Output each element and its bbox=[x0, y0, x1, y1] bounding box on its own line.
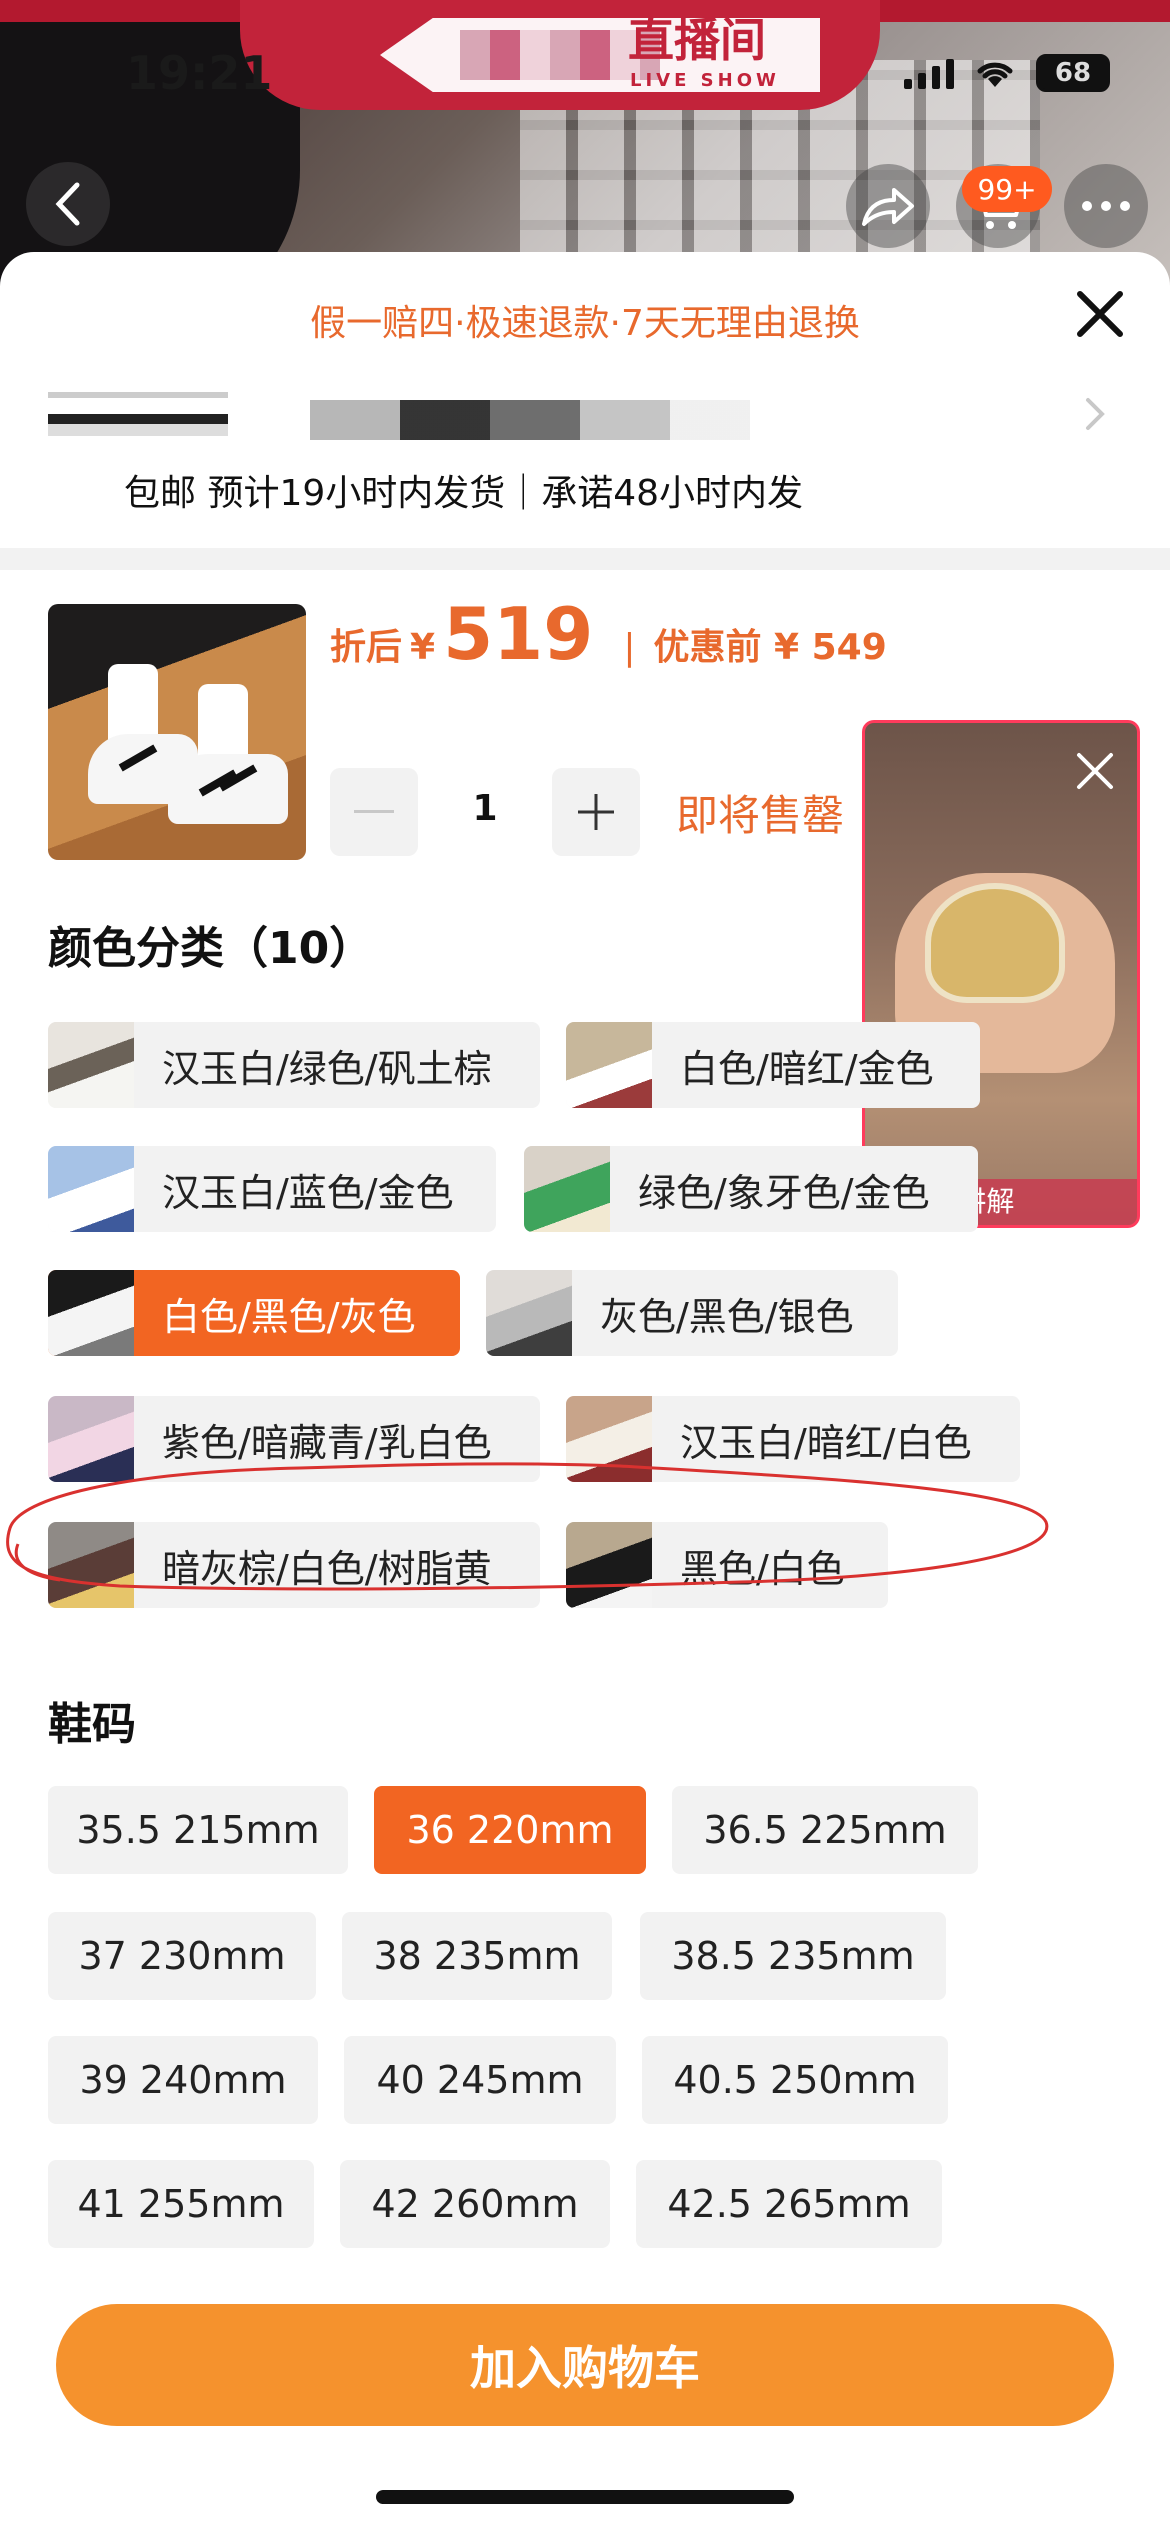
color-thumbnail bbox=[48, 1396, 134, 1482]
plus-icon bbox=[578, 794, 614, 830]
home-indicator[interactable] bbox=[376, 2490, 794, 2504]
color-option[interactable]: 灰色/黑色/银色 bbox=[486, 1270, 898, 1356]
shipping-info: 包邮 预计19小时内发货｜承诺48小时内发 bbox=[124, 473, 804, 514]
size-option[interactable]: 42.5 265mm bbox=[636, 2160, 942, 2248]
cart-count-badge: 99+ bbox=[962, 166, 1052, 212]
chevron-right-icon[interactable] bbox=[1080, 394, 1110, 434]
color-option-label: 灰色/黑色/银色 bbox=[600, 1294, 854, 1339]
discount-price: 519 bbox=[443, 592, 594, 676]
add-to-cart-button[interactable]: 加入购物车 bbox=[56, 2304, 1114, 2426]
product-image[interactable] bbox=[48, 604, 306, 860]
color-option-label: 白色/暗红/金色 bbox=[680, 1046, 934, 1091]
color-option[interactable]: 汉玉白/绿色/矾土棕 bbox=[48, 1022, 540, 1108]
battery-icon: 68 bbox=[1036, 54, 1110, 92]
size-option[interactable]: 40.5 250mm bbox=[642, 2036, 948, 2124]
size-option[interactable]: 37 230mm bbox=[48, 1912, 316, 2000]
color-thumbnail bbox=[486, 1270, 572, 1356]
quantity-increase-button[interactable] bbox=[552, 768, 640, 856]
live-banner-subtitle: LIVE SHOW bbox=[630, 70, 780, 91]
color-option-label: 汉玉白/绿色/矾土棕 bbox=[162, 1046, 492, 1091]
color-option-label: 绿色/象牙色/金色 bbox=[638, 1170, 930, 1215]
size-option-selected[interactable]: 36 220mm bbox=[374, 1786, 646, 1874]
share-button[interactable] bbox=[846, 164, 930, 248]
color-option-label: 汉玉白/蓝色/金色 bbox=[162, 1170, 454, 1215]
wifi-icon bbox=[977, 62, 1013, 87]
original-price: 优惠前 ¥ 549 bbox=[653, 627, 887, 668]
sku-selection-sheet: 假一赔四·极速退款·7天无理由退换 包邮 预计19小时内发货｜承诺48小时内发 … bbox=[0, 252, 1170, 2532]
currency-symbol: ¥ bbox=[410, 627, 436, 668]
size-option[interactable]: 38 235mm bbox=[342, 1912, 612, 2000]
brand-logo-blurred bbox=[48, 392, 228, 436]
color-thumbnail bbox=[48, 1522, 134, 1608]
color-option[interactable]: 汉玉白/蓝色/金色 bbox=[48, 1146, 496, 1232]
status-time: 19:21 bbox=[126, 46, 273, 100]
close-icon[interactable] bbox=[1071, 747, 1119, 795]
cellular-signal-icon bbox=[904, 57, 954, 89]
color-option[interactable]: 汉玉白/暗红/白色 bbox=[566, 1396, 1020, 1482]
color-thumbnail bbox=[48, 1022, 134, 1108]
size-option[interactable]: 41 255mm bbox=[48, 2160, 314, 2248]
color-thumbnail bbox=[48, 1146, 134, 1232]
color-option[interactable]: 紫色/暗藏青/乳白色 bbox=[48, 1396, 540, 1482]
color-option[interactable]: 绿色/象牙色/金色 bbox=[524, 1146, 978, 1232]
product-name-blurred bbox=[310, 400, 750, 440]
close-icon[interactable] bbox=[1070, 284, 1130, 344]
color-option-label: 暗灰棕/白色/树脂黄 bbox=[162, 1546, 492, 1591]
size-option[interactable]: 39 240mm bbox=[48, 2036, 318, 2124]
color-thumbnail bbox=[566, 1022, 652, 1108]
color-thumbnail bbox=[566, 1522, 652, 1608]
color-option-label: 紫色/暗藏青/乳白色 bbox=[162, 1420, 492, 1465]
more-button[interactable] bbox=[1064, 164, 1148, 248]
discount-label: 折后 bbox=[330, 627, 403, 668]
color-option-selected[interactable]: 白色/黑色/灰色 bbox=[48, 1270, 460, 1356]
color-option-label: 白色/黑色/灰色 bbox=[162, 1294, 416, 1339]
share-icon bbox=[862, 188, 914, 226]
section-divider bbox=[0, 548, 1170, 570]
guarantee-text: 假一赔四·极速退款·7天无理由退换 bbox=[310, 303, 860, 344]
back-button[interactable] bbox=[26, 162, 110, 246]
size-option[interactable]: 40 245mm bbox=[344, 2036, 616, 2124]
color-thumbnail bbox=[48, 1270, 134, 1356]
chevron-left-icon bbox=[55, 182, 80, 226]
quantity-value[interactable]: 1 bbox=[420, 788, 550, 829]
size-option[interactable]: 36.5 225mm bbox=[672, 1786, 978, 1874]
quantity-decrease-button[interactable] bbox=[330, 768, 418, 856]
color-thumbnail bbox=[524, 1146, 610, 1232]
size-option[interactable]: 35.5 215mm bbox=[48, 1786, 348, 1874]
status-icons: 68 bbox=[904, 54, 1110, 92]
color-option[interactable]: 暗灰棕/白色/树脂黄 bbox=[48, 1522, 540, 1608]
color-option[interactable]: 白色/暗红/金色 bbox=[566, 1022, 980, 1108]
more-icon bbox=[1082, 201, 1130, 211]
size-section-title: 鞋码 bbox=[48, 1699, 136, 1750]
color-section-title: 颜色分类（10） bbox=[48, 923, 374, 974]
color-option[interactable]: 黑色/白色 bbox=[566, 1522, 888, 1608]
price-row: 折后 ¥ 519 | 优惠前 ¥ 549 bbox=[330, 592, 887, 676]
color-thumbnail bbox=[566, 1396, 652, 1482]
price-separator: | bbox=[623, 627, 636, 668]
size-option[interactable]: 38.5 235mm bbox=[640, 1912, 946, 2000]
live-banner-title: 直播间 bbox=[628, 13, 766, 67]
color-option-label: 汉玉白/暗红/白色 bbox=[680, 1420, 972, 1465]
size-option[interactable]: 42 260mm bbox=[340, 2160, 610, 2248]
minus-icon bbox=[354, 810, 394, 813]
stock-status: 即将售罄 bbox=[676, 791, 845, 840]
color-option-label: 黑色/白色 bbox=[680, 1546, 845, 1591]
